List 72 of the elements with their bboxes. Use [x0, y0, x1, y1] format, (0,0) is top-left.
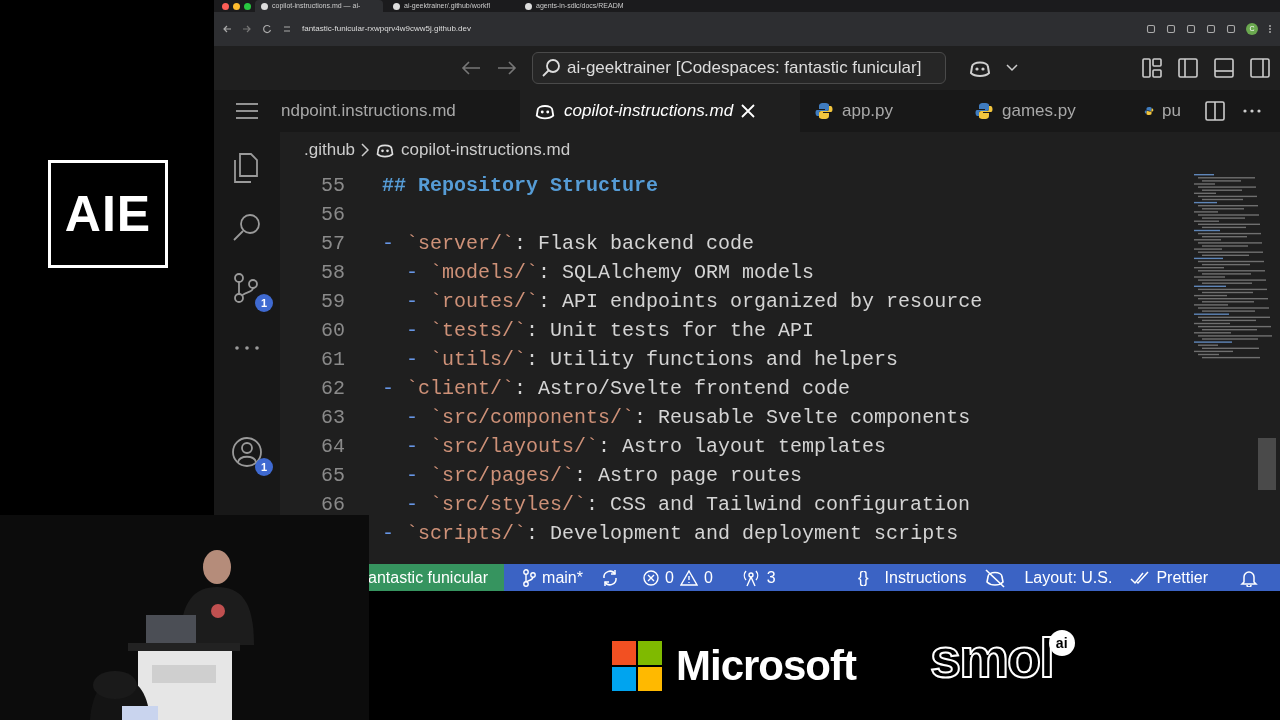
site-info-icon[interactable]	[282, 24, 292, 34]
back-icon[interactable]	[222, 24, 232, 34]
code-line: - `server/`: Flask backend code	[382, 230, 755, 257]
warning-icon	[679, 569, 698, 586]
code-line: - `tests/`: Unit tests for the API	[406, 317, 815, 344]
scrollbar-thumb[interactable]	[1258, 438, 1276, 490]
github-icon	[525, 2, 532, 10]
caret-icon[interactable]	[1006, 64, 1018, 72]
line-number: 63	[320, 404, 345, 431]
back-icon[interactable]	[460, 59, 482, 77]
line-number: 56	[320, 201, 345, 228]
close-icon[interactable]	[741, 104, 756, 118]
line-number: 60	[320, 317, 345, 344]
layout-icon[interactable]	[1142, 58, 1162, 78]
notification-badge: 1	[255, 294, 273, 312]
line-number: 57	[320, 230, 345, 257]
github-icon	[261, 2, 268, 10]
language-mode[interactable]: {} Instructions	[857, 565, 967, 590]
bell-icon[interactable]	[1240, 568, 1258, 587]
panel-icon[interactable]	[1214, 58, 1234, 78]
notification-badge: 1	[255, 458, 273, 476]
code-line: ## Repository Structure	[382, 172, 659, 199]
python-icon	[814, 101, 834, 121]
breadcrumb-item[interactable]: copilot-instructions.md	[375, 137, 571, 163]
line-number: 66	[320, 491, 345, 518]
reload-icon[interactable]	[262, 24, 272, 34]
error-icon	[642, 569, 659, 586]
code-line: - `src/styles/`: CSS and Tailwind configuration	[406, 491, 971, 518]
more-icon[interactable]	[1243, 109, 1261, 113]
microsoft-logo-icon	[612, 640, 662, 691]
search-icon	[541, 58, 561, 78]
line-number: 65	[320, 462, 345, 489]
editor-tab[interactable]: copilot-instructions.md	[520, 90, 800, 132]
branch-item[interactable]: main*	[522, 565, 583, 590]
keyboard-layout[interactable]: Layout: U.S.	[1024, 565, 1113, 590]
line-number: 55	[320, 172, 345, 199]
ports-item[interactable]: 3	[740, 565, 776, 590]
code-line: - `utils/`: Utility functions and helpers	[406, 346, 899, 373]
double-check-icon	[1130, 570, 1151, 585]
line-number: 62	[320, 375, 345, 402]
account-icon[interactable]	[231, 436, 263, 468]
code-line: - `routes/`: API endpoints organized by resource	[406, 288, 983, 315]
sync-icon[interactable]	[600, 568, 619, 587]
line-number: 64	[320, 433, 345, 460]
prettier-item[interactable]: Prettier	[1130, 565, 1208, 590]
branch-icon	[522, 568, 537, 587]
remote-indicator[interactable]: antastic funicular	[368, 564, 505, 591]
code-line: - `src/pages/`: Astro page routes	[406, 462, 803, 489]
line-number: 59	[320, 288, 345, 315]
chevron-icon	[361, 143, 370, 157]
split-editor-icon[interactable]	[1205, 101, 1225, 121]
sponsor-name: Microsoft	[676, 641, 856, 691]
breadcrumb-item[interactable]: .github	[304, 137, 356, 163]
address-bar[interactable]: fantastic-funicular-rxwpqrv4w9cww5j.github.dev	[302, 23, 1136, 35]
code-line: - `src/components/`: Reusable Svelte components	[406, 404, 971, 431]
code-line: - `src/layouts/`: Astro layout templates	[406, 433, 887, 460]
line-number: 61	[320, 346, 345, 373]
command-center[interactable]: ai-geektrainer [Codespaces: fantastic funicular]	[532, 52, 946, 84]
primary-sidebar-icon[interactable]	[1178, 58, 1198, 78]
github-icon	[393, 2, 400, 10]
problems-item[interactable]: 0 0	[642, 565, 713, 590]
code-line: - `client/`: Astro/Svelte frontend code	[382, 375, 851, 402]
line-number: 58	[320, 259, 345, 286]
code-line: - `models/`: SQLAlchemy ORM models	[406, 259, 815, 286]
code-line: - `scripts/`: Development and deployment scripts	[382, 520, 959, 547]
python-icon	[974, 101, 994, 121]
secondary-sidebar-icon[interactable]	[1250, 58, 1270, 78]
copilot-off-icon[interactable]	[984, 567, 1007, 588]
menu-icon[interactable]	[235, 102, 259, 120]
forward-icon[interactable]	[242, 24, 252, 34]
forward-icon[interactable]	[496, 59, 518, 77]
event-logo: AIE	[48, 160, 168, 268]
